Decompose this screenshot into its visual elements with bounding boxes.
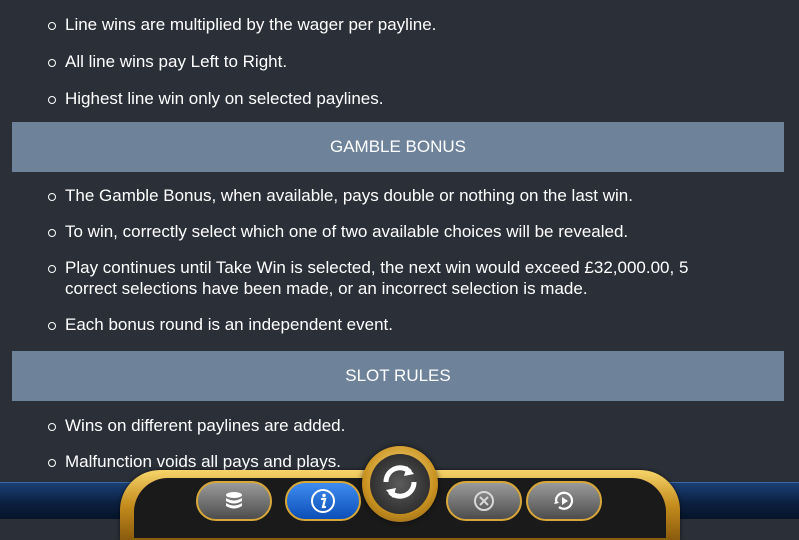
- autoplay-icon: [551, 488, 577, 514]
- list-item: Each bonus round is an independent event…: [48, 314, 768, 335]
- spin-button-face: [370, 454, 430, 514]
- list-item: All line wins pay Left to Right.: [48, 51, 768, 72]
- bet-coins-button[interactable]: [196, 481, 272, 521]
- spin-icon: [378, 460, 422, 509]
- autoplay-button[interactable]: [526, 481, 602, 521]
- list-item: The Gamble Bonus, when available, pays d…: [48, 185, 768, 206]
- list-item: To win, correctly select which one of tw…: [48, 221, 768, 242]
- line-rules-list: Line wins are multiplied by the wager pe…: [48, 14, 768, 109]
- gamble-rules-list: The Gamble Bonus, when available, pays d…: [48, 185, 768, 335]
- list-item: Line wins are multiplied by the wager pe…: [48, 14, 768, 35]
- stop-icon: [472, 489, 496, 513]
- list-item: Highest line win only on selected paylin…: [48, 88, 768, 109]
- info-icon: [310, 488, 336, 514]
- stop-button[interactable]: [446, 481, 522, 521]
- slot-rules-heading: SLOT RULES: [12, 351, 784, 401]
- rules-panel: Line wins are multiplied by the wager pe…: [0, 0, 799, 519]
- info-button[interactable]: [285, 481, 361, 521]
- coins-icon: [222, 489, 246, 513]
- gamble-bonus-heading: GAMBLE BONUS: [12, 122, 784, 172]
- spin-button[interactable]: [362, 446, 438, 522]
- list-item: Wins on different paylines are added.: [48, 415, 768, 436]
- list-item: Play continues until Take Win is selecte…: [48, 257, 745, 299]
